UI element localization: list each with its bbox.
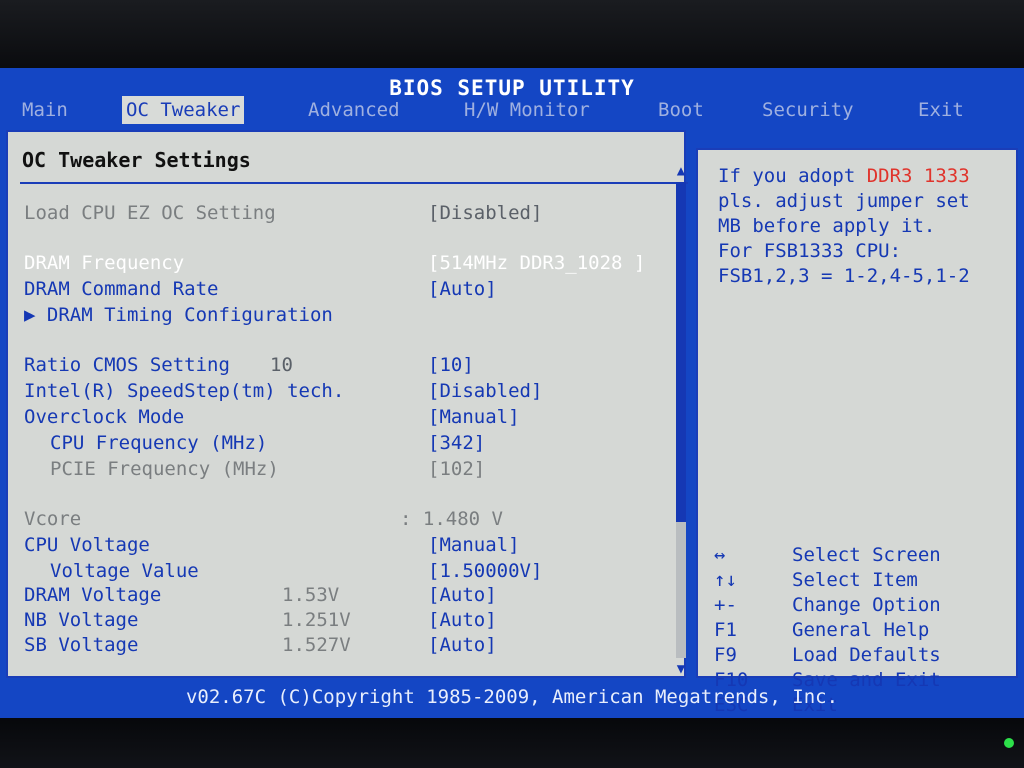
setting-value[interactable]: [514MHz DDR3_1028 ] [428,252,645,274]
tab-oc-tweaker[interactable]: OC Tweaker [122,96,245,124]
setting-value[interactable]: [Disabled] [428,202,542,224]
submenu-label: ▶ DRAM Timing Configuration [24,304,333,326]
scroll-down-arrow-icon[interactable]: ▼ [674,662,688,676]
setting-label: Ratio CMOS Setting [24,354,230,376]
setting-value[interactable]: [10] [428,354,474,376]
monitor-bezel-bottom [0,718,1024,768]
setting-current: 1.53V [282,584,340,606]
setting-value[interactable]: [Auto] [428,584,497,606]
help-line: pls. adjust jumper set [718,190,970,212]
key-desc: General Help [792,619,930,641]
key-desc: Change Option [792,594,941,616]
setting-row-load-ez-oc[interactable]: Load CPU EZ OC Setting [Disabled] [8,202,668,226]
setting-label: DRAM Frequency [24,252,185,274]
scroll-thumb[interactable] [676,182,686,522]
setting-current: 1.527V [282,634,351,656]
setting-label: CPU Frequency (MHz) [50,432,268,454]
submenu-dram-timing[interactable]: ▶ DRAM Timing Configuration [8,304,668,328]
key-desc: Select Item [792,569,918,591]
bios-screen: BIOS SETUP UTILITY Main OC Tweaker Advan… [0,68,1024,720]
tab-exit[interactable]: Exit [914,96,968,124]
key-name: F9 [714,644,737,666]
setting-value[interactable]: [1.50000V] [428,560,542,582]
key-row-select-item: ↑↓ Select Item [714,569,1014,594]
status-row-vcore: Vcore : 1.480 V [8,508,668,532]
setting-label: NB Voltage [24,609,139,631]
setting-row-sb-voltage[interactable]: SB Voltage 1.527V [Auto] [8,634,668,658]
setting-label: Load CPU EZ OC Setting [24,202,276,224]
setting-row-pcie-frequency: PCIE Frequency (MHz) [102] [8,458,668,482]
setting-label: Voltage Value [50,560,199,582]
setting-value[interactable]: [Manual] [428,406,520,428]
power-led-icon [1004,738,1014,748]
tab-advanced[interactable]: Advanced [304,96,404,124]
setting-current: 1.251V [282,609,351,631]
key-row-change-option: +- Change Option [714,594,1014,619]
setting-current: 10 [270,354,293,376]
key-row-select-screen: ↔ Select Screen [714,544,1014,569]
tab-boot[interactable]: Boot [654,96,708,124]
setting-row-dram-frequency[interactable]: DRAM Frequency [514MHz DDR3_1028 ] [8,252,668,276]
setting-row-ratio-cmos[interactable]: Ratio CMOS Setting 10 [10] [8,354,668,378]
help-highlight: DDR3 1333 [866,165,970,187]
help-line: If you adopt [718,165,867,187]
copyright-footer: v02.67C (C)Copyright 1985-2009, American… [185,686,839,708]
setting-value[interactable]: [Disabled] [428,380,542,402]
setting-value[interactable]: [Auto] [428,609,497,631]
help-panel: If you adopt DDR3 1333 pls. adjust jumpe… [696,148,1018,716]
setting-label: Overclock Mode [24,406,185,428]
tab-bar: Main OC Tweaker Advanced H/W Monitor Boo… [0,96,1024,126]
arrows-horizontal-icon: ↔ [714,544,726,566]
tab-main[interactable]: Main [18,96,72,124]
status-label: Vcore [24,508,82,530]
setting-label: CPU Voltage [24,534,150,556]
panel-title: OC Tweaker Settings [22,148,251,172]
setting-label: DRAM Command Rate [24,278,219,300]
setting-row-speedstep[interactable]: Intel(R) SpeedStep(tm) tech. [Disabled] [8,380,668,404]
setting-row-cpu-voltage[interactable]: CPU Voltage [Manual] [8,534,668,558]
tab-hw-monitor[interactable]: H/W Monitor [460,96,594,124]
key-row-general-help: F1 General Help [714,619,1014,644]
status-value: : 1.480 V [400,508,503,530]
key-row-load-defaults: F9 Load Defaults [714,644,1014,669]
tab-security[interactable]: Security [758,96,858,124]
settings-panel: OC Tweaker Settings Load CPU EZ OC Setti… [6,130,688,678]
scroll-up-arrow-icon[interactable]: ▲ [674,164,688,178]
arrows-vertical-icon: ↑↓ [714,569,737,591]
setting-value: [102] [428,458,486,480]
setting-label: SB Voltage [24,634,139,656]
setting-row-voltage-value[interactable]: Voltage Value [1.50000V] [8,560,668,584]
help-text: If you adopt DDR3 1333 pls. adjust jumpe… [718,164,1018,289]
help-line: For FSB1333 CPU: [718,240,902,262]
setting-label: PCIE Frequency (MHz) [50,458,279,480]
setting-row-dram-voltage[interactable]: DRAM Voltage 1.53V [Auto] [8,584,668,608]
setting-value[interactable]: [Auto] [428,634,497,656]
title-divider [20,182,688,184]
setting-row-overclock-mode[interactable]: Overclock Mode [Manual] [8,406,668,430]
setting-label: DRAM Voltage [24,584,162,606]
setting-value[interactable]: [342] [428,432,485,454]
help-line: FSB1,2,3 = 1-2,4-5,1-2 [718,265,970,287]
setting-row-cpu-frequency[interactable]: CPU Frequency (MHz) [342] [8,432,668,456]
key-desc: Select Screen [792,544,941,566]
monitor-bezel-top [0,0,1024,70]
scrollbar[interactable]: ▲ ▼ [674,164,688,676]
plus-minus-icon: +- [714,594,737,616]
setting-label: Intel(R) SpeedStep(tm) tech. [24,380,345,402]
setting-row-dram-command-rate[interactable]: DRAM Command Rate [Auto] [8,278,668,302]
help-line: MB before apply it. [718,215,936,237]
setting-value[interactable]: [Manual] [428,534,520,556]
key-desc: Load Defaults [792,644,941,666]
key-name: F1 [714,619,737,641]
setting-row-nb-voltage[interactable]: NB Voltage 1.251V [Auto] [8,609,668,633]
setting-value[interactable]: [Auto] [428,278,497,300]
